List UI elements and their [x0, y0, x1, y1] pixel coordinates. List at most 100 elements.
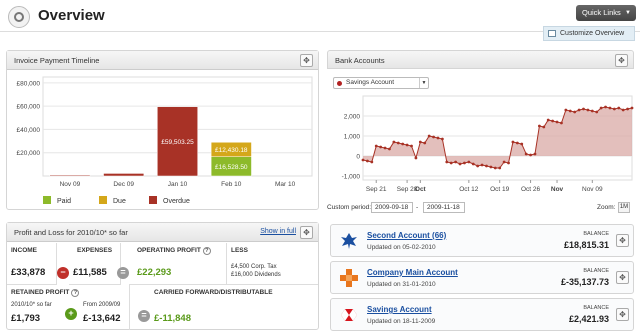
- date-to-input[interactable]: 2009-11-18: [423, 202, 465, 213]
- invoice-panel-header[interactable]: Invoice Payment Timeline ✥: [7, 51, 318, 70]
- data-point: [568, 109, 572, 113]
- data-point: [445, 160, 449, 164]
- account-name-link[interactable]: Savings Account: [367, 305, 432, 314]
- data-point: [542, 125, 546, 129]
- data-point: [493, 166, 497, 170]
- balance-value: £2,421.93: [568, 314, 609, 324]
- data-point: [388, 147, 391, 151]
- operating-profit-label-text: OPERATING PROFIT: [137, 247, 201, 254]
- legend-swatch-due: [99, 196, 107, 204]
- account-card[interactable]: Savings Account Updated on 18-11-2009 BA…: [330, 298, 634, 331]
- y-tick-label: 0: [356, 154, 360, 161]
- account-name-link[interactable]: Second Account (66): [367, 231, 446, 240]
- legend-swatch-overdue: [149, 196, 157, 204]
- data-point: [630, 106, 634, 110]
- data-point: [599, 106, 603, 110]
- income-label: INCOME: [11, 247, 37, 254]
- bank-chart: 2,0001,0000-1,000Sep 21 Sep 28Oct Oct 12 Oc…: [342, 95, 634, 193]
- x-tick-label: Feb 10: [221, 181, 242, 188]
- invoice-panel: Invoice Payment Timeline ✥ £80,000 £60,00…: [6, 50, 319, 210]
- account-name-link[interactable]: Company Main Account: [367, 268, 458, 277]
- data-point: [560, 121, 563, 125]
- bank-accounts-panel: Bank Accounts ✥ Savings Account ▼ 2,000 1…: [327, 50, 634, 218]
- move-icon[interactable]: ✥: [300, 226, 313, 239]
- bank-logo-cross-icon: [340, 269, 358, 287]
- bank-accounts-header[interactable]: Bank Accounts ✥: [327, 50, 634, 69]
- help-icon[interactable]: ?: [202, 247, 211, 255]
- data-point: [537, 124, 541, 128]
- move-icon[interactable]: ✥: [616, 308, 629, 321]
- x-tick-label: Jan 10: [168, 181, 188, 188]
- data-point: [401, 142, 405, 146]
- customize-icon: [548, 30, 556, 37]
- legend-overdue: Overdue: [149, 196, 190, 205]
- legend-swatch-paid: [43, 196, 51, 204]
- x-tick-label: Nov 09: [582, 186, 603, 193]
- x-tick-label: Oct 26: [521, 186, 541, 193]
- legend-paid: Paid: [43, 196, 71, 205]
- profit-loss-header[interactable]: Profit and Loss for 2010/10* so far Show…: [7, 223, 318, 242]
- data-point: [507, 161, 510, 165]
- income-value: £33,878: [11, 267, 46, 278]
- quick-links-button[interactable]: Quick Links ▼: [576, 5, 636, 21]
- data-point: [515, 141, 519, 145]
- balance-label: BALANCE: [583, 268, 609, 274]
- legend-label-overdue: Overdue: [163, 198, 190, 205]
- x-tick-label: Sep 21: [366, 186, 387, 193]
- customize-label: Customize Overview: [560, 30, 625, 37]
- data-point: [449, 161, 453, 165]
- invoice-panel-title: Invoice Payment Timeline: [14, 56, 100, 65]
- move-icon[interactable]: ✥: [300, 54, 313, 67]
- data-point: [617, 106, 621, 110]
- date-from-input[interactable]: 2009-09-18: [371, 202, 413, 213]
- account-updated: Updated on 05-02-2010: [367, 244, 436, 251]
- balance-value: £-35,137.73: [560, 277, 609, 287]
- account-select[interactable]: Savings Account ▼: [333, 77, 429, 89]
- retained-sub: 2010/10* so far: [11, 302, 52, 308]
- show-in-full-link[interactable]: Show in full: [260, 228, 296, 235]
- account-card[interactable]: Company Main Account Updated on 31-01-20…: [330, 261, 634, 294]
- help-icon[interactable]: ?: [71, 289, 80, 297]
- x-tick-label: Nov: [551, 186, 564, 193]
- move-icon[interactable]: ✥: [616, 234, 629, 247]
- data-point: [379, 145, 383, 149]
- bar-value-label: £59,503.25: [161, 139, 194, 146]
- balance-label: BALANCE: [583, 305, 609, 311]
- expenses-cell: EXPENSES £11,585: [69, 243, 121, 285]
- app-logo-icon: [8, 6, 30, 28]
- page-title: Overview: [38, 7, 105, 24]
- retained-value: £1,793: [11, 313, 41, 324]
- zoom-1m-button[interactable]: 1M: [618, 202, 630, 213]
- y-tick-label: -1,000: [342, 174, 361, 181]
- y-tick-label: £60,000: [17, 104, 41, 111]
- move-icon[interactable]: ✥: [615, 54, 628, 67]
- operating-profit-cell: OPERATING PROFIT? £22,293: [129, 243, 227, 285]
- data-point: [489, 165, 493, 169]
- legend-label-paid: Paid: [57, 198, 72, 205]
- retained-profit-label: RETAINED PROFIT?: [11, 289, 80, 297]
- account-card[interactable]: Second Account (66) Updated on 05-02-201…: [330, 224, 634, 257]
- bar-value-label: £16,528.50: [215, 164, 248, 171]
- custom-period-label: Custom period:: [327, 204, 372, 211]
- data-point: [454, 160, 458, 164]
- operating-profit-label: OPERATING PROFIT?: [137, 247, 211, 255]
- corp-tax-text: £4,500 Corp. Tax: [231, 264, 277, 270]
- data-point: [590, 109, 594, 113]
- expenses-label: EXPENSES: [77, 247, 113, 254]
- previous-value: £-13,642: [83, 313, 121, 324]
- data-point: [396, 141, 400, 145]
- move-icon[interactable]: ✥: [616, 271, 629, 284]
- data-point: [595, 110, 599, 114]
- account-updated: Updated on 18-11-2009: [367, 318, 436, 325]
- account-select-value: Savings Account: [346, 79, 395, 86]
- zoom-label: Zoom:: [597, 204, 616, 211]
- data-point: [383, 146, 387, 150]
- x-tick-label: Nov 09: [60, 181, 81, 188]
- series-dot-icon: [337, 81, 342, 86]
- less-label: LESS: [231, 247, 248, 254]
- customize-overview-button[interactable]: Customize Overview: [543, 26, 635, 41]
- bar-overdue: [49, 174, 91, 177]
- minus-icon: −: [57, 267, 69, 279]
- data-point: [436, 136, 440, 140]
- data-point: [577, 108, 581, 112]
